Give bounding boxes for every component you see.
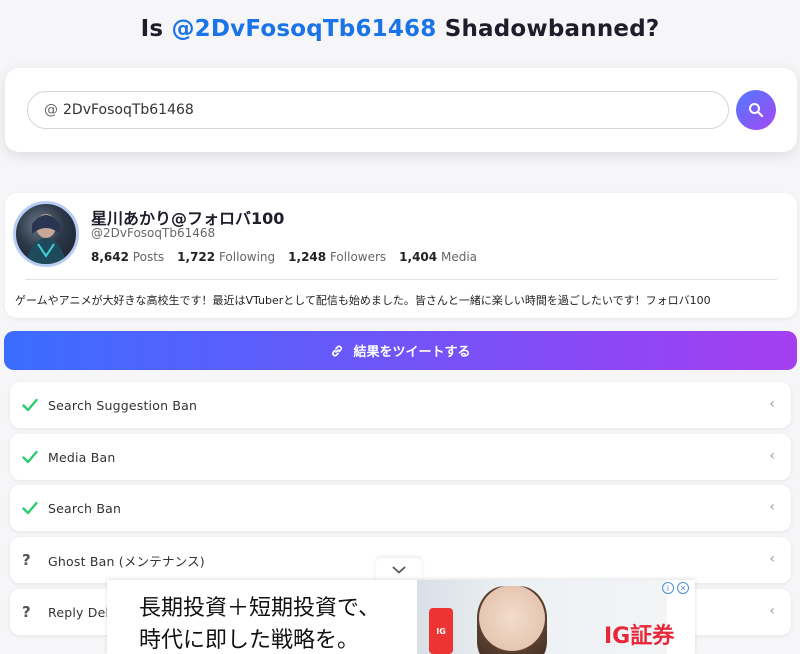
ad-headline-2: 時代に即した戦略を。 xyxy=(139,628,360,653)
ad-collapse-toggle[interactable] xyxy=(376,558,422,582)
ban-check-media[interactable]: Media Ban ‹ xyxy=(10,434,791,480)
check-icon xyxy=(22,398,48,412)
ban-check-label: Media Ban xyxy=(48,449,116,465)
stat-posts: 8,642 Posts xyxy=(91,250,165,264)
search-button[interactable] xyxy=(736,90,776,130)
ad-headline-1: 長期投資＋短期投資で、 xyxy=(139,596,381,621)
check-icon xyxy=(22,501,48,515)
screen-name: @2DvFosoqTb61468 xyxy=(91,226,216,240)
profile-divider xyxy=(25,279,777,280)
search-card: @ xyxy=(5,68,797,152)
title-suffix: Shadowbanned? xyxy=(444,16,660,42)
chevron-left-icon: ‹ xyxy=(769,448,775,464)
ad-choices[interactable]: i ✕ xyxy=(662,582,689,594)
search-icon xyxy=(749,103,764,118)
page-title: Is @2DvFosoqTb61468 Shadowbanned? xyxy=(0,16,800,42)
ad-brand-logo: IG証券 xyxy=(604,624,675,649)
ban-check-search-suggestion[interactable]: Search Suggestion Ban ‹ xyxy=(10,382,791,428)
ban-check-label: Search Ban xyxy=(48,500,122,516)
link-icon xyxy=(330,344,344,358)
chevron-left-icon: ‹ xyxy=(769,551,775,567)
avatar-image xyxy=(26,214,66,264)
profile-card: 星川あかり@フォロバ100 @2DvFosoqTb61468 8,642 Pos… xyxy=(5,193,797,318)
ban-check-search[interactable]: Search Ban ‹ xyxy=(10,485,791,531)
stat-following: 1,722 Following xyxy=(177,250,276,264)
title-prefix: Is xyxy=(140,16,164,42)
question-icon: ? xyxy=(22,603,31,621)
chevron-down-icon xyxy=(392,566,406,574)
chevron-left-icon: ‹ xyxy=(769,603,775,619)
search-input[interactable] xyxy=(63,102,663,118)
ad-phone-image: IG xyxy=(429,608,453,654)
ban-check-label: Search Suggestion Ban xyxy=(48,397,198,413)
tweet-result-button[interactable]: 結果をツイートする xyxy=(4,331,797,370)
profile-bio: ゲームやアニメが大好きな高校生です！最近はVTuberとして配信も始めました。皆… xyxy=(15,294,711,307)
ad-info-icon[interactable]: i xyxy=(662,582,674,594)
avatar[interactable] xyxy=(13,201,79,267)
stat-media: 1,404 Media xyxy=(399,250,478,264)
ad-model-image xyxy=(477,586,547,654)
stat-followers: 1,248 Followers xyxy=(288,250,387,264)
ban-check-label: Ghost Ban (メンテナンス) xyxy=(48,553,205,569)
search-box[interactable]: @ xyxy=(27,91,729,129)
chevron-left-icon: ‹ xyxy=(769,396,775,412)
at-symbol: @ xyxy=(44,102,58,118)
question-icon: ? xyxy=(22,551,31,569)
chevron-left-icon: ‹ xyxy=(769,499,775,515)
ad-close-icon[interactable]: ✕ xyxy=(677,582,689,594)
tweet-button-label: 結果をツイートする xyxy=(353,345,471,360)
title-handle: @2DvFosoqTb61468 xyxy=(171,16,437,42)
check-icon xyxy=(22,450,48,464)
profile-stats: 8,642 Posts 1,722 Following 1,248 Follow… xyxy=(91,250,477,264)
ad-banner[interactable]: 長期投資＋短期投資で、 時代に即した戦略を。 IG IG証券 i ✕ xyxy=(107,580,695,654)
